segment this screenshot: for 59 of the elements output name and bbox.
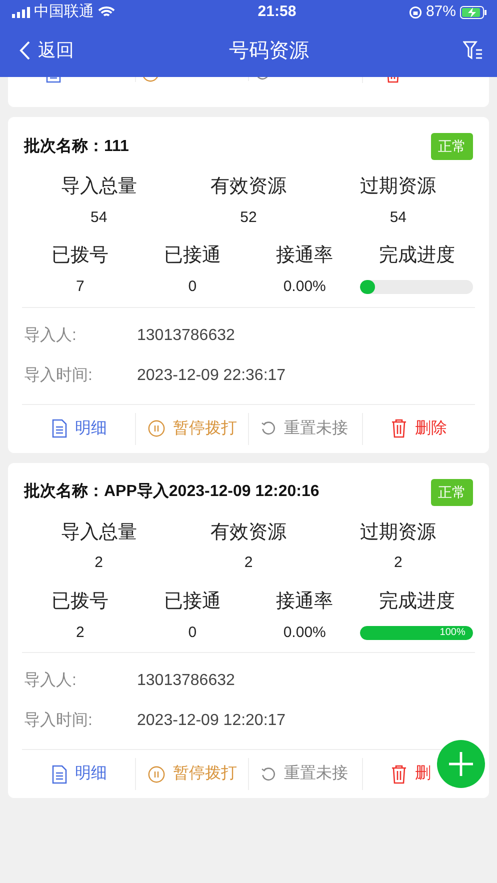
battery-charging-icon (460, 6, 487, 18)
status-badge: 正常 (431, 478, 473, 506)
batch-title: 批次名称：111 (24, 136, 129, 156)
wifi-icon (98, 6, 115, 18)
stat-value: 7 (74, 277, 86, 298)
info-label: 导入人: (24, 326, 78, 346)
stat-label: 已接通 (162, 590, 222, 614)
battery-percent: 87% (426, 2, 456, 22)
stat-value: 0 (187, 622, 198, 643)
stat-label: 过期资源 (359, 176, 438, 199)
stat-label: 已接通 (162, 245, 222, 268)
info-label: 导入时间: (24, 710, 94, 732)
stat-label: 有效资源 (210, 522, 288, 544)
plus-icon (449, 752, 473, 776)
detail-button[interactable]: 明细 (46, 758, 107, 790)
stat-label: 已拨号 (50, 245, 110, 268)
stat-value: 0.00% (282, 622, 327, 643)
stat-label: 接通率 (275, 245, 334, 268)
stat-value: 2 (243, 553, 254, 574)
reset-button[interactable]: 重置未接 (255, 758, 348, 790)
status-badge: 正常 (431, 133, 473, 160)
pause-button[interactable]: 暂停拨打 (142, 412, 237, 445)
back-button[interactable]: 返回 (18, 36, 75, 65)
stat-label: 导入总量 (60, 176, 138, 199)
stat-label: 导入总量 (60, 522, 138, 544)
stat-value: 2 (94, 553, 104, 574)
clock-time: 21:58 (258, 2, 296, 22)
stat-label: 过期资源 (359, 522, 438, 544)
filter-icon[interactable] (463, 41, 483, 60)
info-label: 导入时间: (24, 366, 94, 386)
info-value: 13013786632 (137, 326, 235, 346)
stat-value: 2 (74, 622, 86, 643)
info-value: 2023-12-09 12:20:17 (137, 711, 286, 732)
stat-value: 54 (388, 208, 408, 228)
delete-button[interactable]: 删除 (385, 412, 447, 445)
stat-label: 完成进度 (378, 590, 455, 614)
stat-label: 有效资源 (210, 176, 288, 199)
chevron-left-icon (19, 41, 30, 60)
stat-value: 0.00% (282, 277, 327, 298)
pause-button[interactable]: 暂停拨打 (142, 758, 237, 790)
page-title: 号码资源 (229, 38, 309, 64)
stat-value: 0 (187, 277, 198, 298)
stat-label: 已拨号 (50, 590, 110, 614)
rotation-lock-icon (408, 6, 422, 18)
info-value: 13013786632 (137, 671, 235, 692)
stat-value: 52 (239, 208, 258, 228)
detail-button[interactable]: 明细 (46, 412, 107, 445)
carrier-name: 中国联通 (34, 2, 94, 22)
stat-value: 2 (393, 553, 404, 574)
info-label: 导入人: (24, 670, 78, 692)
batch-title: 批次名称：APP导入2023-12-09 12:20:16 (24, 481, 320, 502)
delete-button[interactable]: 删 (385, 758, 431, 790)
info-value: 2023-12-09 22:36:17 (137, 366, 286, 386)
stat-label: 完成进度 (378, 245, 455, 268)
stat-label: 接通率 (275, 590, 334, 614)
signal-icon (12, 6, 30, 18)
stat-value: 54 (89, 208, 108, 228)
reset-button[interactable]: 重置未接 (255, 412, 348, 445)
progress-fill: 100% (360, 626, 474, 640)
